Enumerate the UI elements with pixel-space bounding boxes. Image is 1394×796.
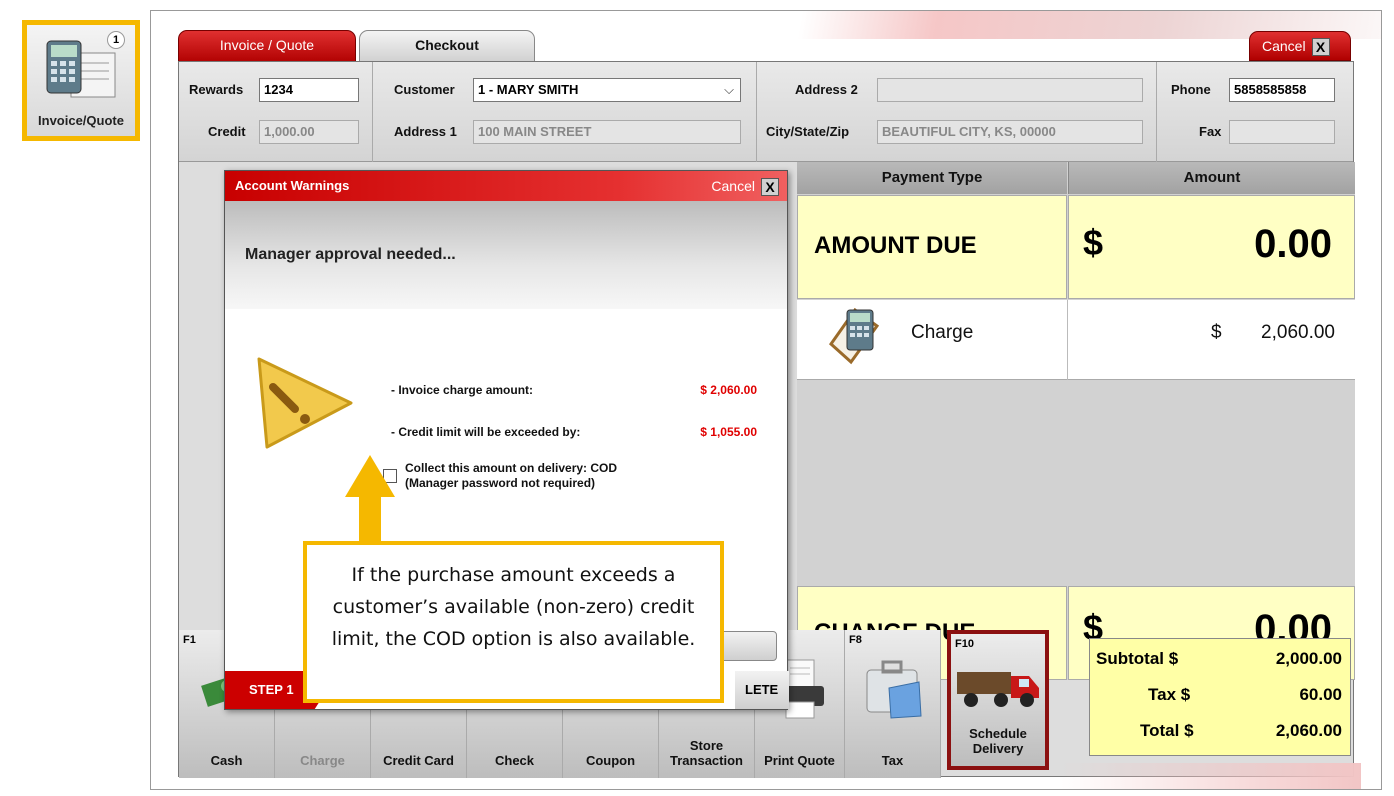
currency-symbol: $ (1083, 222, 1104, 263)
decorative-swoosh (1061, 763, 1361, 789)
briefcase-icon (866, 660, 922, 719)
total-value: 2,060.00 (1275, 721, 1342, 740)
coupon-label: Coupon (585, 753, 636, 768)
cancel-label: Cancel (1262, 38, 1306, 54)
amount-due-value-cell: $ 0.00 (1068, 195, 1355, 299)
customer-label: Customer (394, 82, 455, 97)
fax-field (1229, 120, 1335, 144)
credit-exceeded-value: $ 1,055.00 (700, 425, 757, 439)
dialog-message: Manager approval needed... (225, 201, 787, 309)
cash-label: Cash (210, 753, 243, 768)
charge-currency: $ (1211, 322, 1222, 343)
address1-label: Address 1 (394, 124, 457, 139)
complete-step-label[interactable]: LETE (735, 671, 789, 709)
payment-type-header: Payment Type (797, 162, 1067, 194)
close-icon[interactable]: X (761, 178, 779, 197)
credit-exceeded-label: - Credit limit will be exceeded by: (391, 425, 581, 439)
credit-field: 1,000.00 (259, 120, 359, 144)
amount-due-label: AMOUNT DUE (814, 232, 977, 259)
check-label: Check (494, 753, 535, 768)
launcher-label: Invoice/Quote (38, 113, 124, 128)
tax-button[interactable]: F8 Tax (845, 630, 941, 778)
amount-due-cell: AMOUNT DUE (797, 195, 1067, 299)
phone-input[interactable]: 5858585858 (1229, 78, 1335, 102)
charge-label: Charge (911, 322, 974, 343)
f10-key: F10 (955, 638, 974, 650)
payment-area: Payment Type Amount AMOUNT DUE $ 0.00 Ch… (797, 162, 1355, 680)
tab-checkout[interactable]: Checkout (359, 30, 535, 64)
fax-label: Fax (1199, 124, 1222, 139)
store-transaction-label: Store Transaction (670, 738, 743, 768)
charge-amount: 2,060.00 (1261, 322, 1335, 343)
warning-icon (257, 357, 353, 449)
total-label: Total $ (1140, 721, 1194, 740)
address2-label: Address 2 (795, 82, 858, 97)
charge-icon (829, 307, 880, 365)
subtotal-label: Subtotal $ (1096, 649, 1179, 668)
customer-header: Rewards 1234 Credit 1,000.00 Customer 1 … (179, 62, 1353, 162)
print-quote-label: Print Quote (764, 753, 835, 768)
notification-badge: 1 (107, 31, 125, 49)
invoice-charge-label: - Invoice charge amount: (391, 383, 534, 397)
invoice-quote-launcher[interactable]: 1 Invoice/Quote (22, 20, 140, 141)
f1-key: F1 (183, 634, 196, 646)
rewards-input[interactable]: 1234 (259, 78, 359, 102)
arrow-up-icon (345, 455, 395, 497)
tax-total-label: Tax $ (1148, 685, 1191, 704)
address2-field (877, 78, 1143, 102)
customer-value: 1 - MARY SMITH (478, 82, 579, 97)
amount-due-value: 0.00 (1254, 222, 1332, 266)
schedule-delivery-button[interactable]: F10 Schedule Delivery (947, 630, 1049, 770)
arrow-stem (359, 496, 381, 544)
charge-label: Charge (300, 753, 345, 768)
annotation-callout: If the purchase amount exceeds a custome… (303, 541, 724, 703)
city-state-zip-field: BEAUTIFUL CITY, KS, 00000 (877, 120, 1143, 144)
dialog-ok-button[interactable] (717, 631, 777, 661)
dialog-title: Account Warnings (235, 178, 350, 193)
cancel-button[interactable]: Cancel X (1249, 31, 1351, 61)
f8-key: F8 (849, 634, 862, 646)
tax-total-value: 60.00 (1299, 685, 1342, 704)
dialog-title-bar: Account Warnings Cancel X (225, 171, 787, 201)
credit-label: Credit (208, 124, 246, 139)
credit-card-label: Credit Card (383, 753, 454, 768)
address1-field: 100 MAIN STREET (473, 120, 741, 144)
cod-label: Collect this amount on delivery: COD (Man… (405, 461, 618, 490)
phone-label: Phone (1171, 82, 1211, 97)
subtotal-value: 2,000.00 (1275, 649, 1342, 668)
invoice-charge-value: $ 2,060.00 (700, 383, 757, 397)
customer-select[interactable]: 1 - MARY SMITH ⌵ (473, 78, 741, 102)
dialog-cancel-button[interactable]: Cancel X (711, 171, 779, 201)
rewards-label: Rewards (189, 82, 244, 97)
charge-payment-row[interactable]: Charge $ 2,060.00 (797, 300, 1355, 380)
amount-header: Amount (1068, 162, 1355, 194)
city-state-zip-label: City/State/Zip (766, 124, 850, 139)
close-icon[interactable]: X (1311, 38, 1330, 57)
tab-invoice-quote[interactable]: Invoice / Quote (178, 30, 356, 64)
totals-panel: Subtotal $ 2,000.00 Tax $ 60.00 Total $ … (1089, 638, 1351, 756)
tax-label: Tax (881, 753, 904, 768)
delivery-truck-icon (957, 672, 1039, 707)
chevron-down-icon: ⌵ (724, 82, 734, 97)
schedule-delivery-label: Schedule Delivery (969, 726, 1027, 756)
